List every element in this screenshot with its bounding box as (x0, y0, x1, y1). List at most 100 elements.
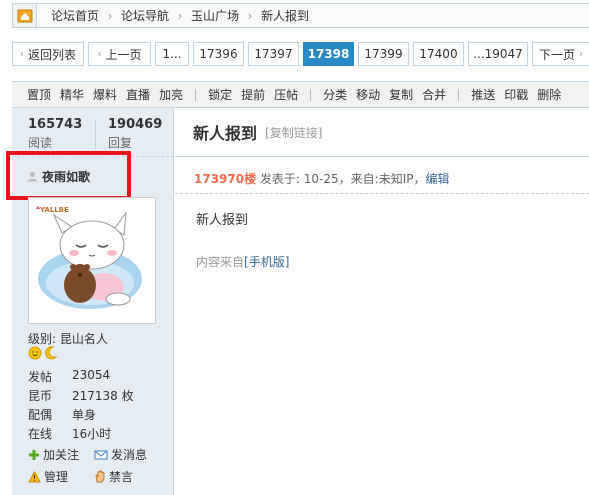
detail-spouse: 配偶 单身 (28, 406, 96, 423)
page-17400[interactable]: 17400 (413, 42, 464, 66)
views-count: 165743 (28, 117, 83, 132)
copy-link-button[interactable]: [复制链接] (265, 124, 322, 141)
detail-value: 217138 枚 (72, 389, 134, 403)
level-label: 级别: (28, 332, 57, 346)
breadcrumb-label[interactable]: 论坛首页 (45, 7, 105, 24)
detail-posts: 发帖 23054 (28, 368, 110, 385)
page-current[interactable]: 17398 (303, 42, 354, 66)
breadcrumb: 论坛首页 › 论坛导航 › 玉山广场 › 新人报到 (12, 3, 589, 28)
detail-value: 单身 (72, 408, 97, 422)
post-source: 内容来自[手机版] (196, 253, 289, 270)
toolbar-divider (195, 88, 197, 101)
level-value: 昆山名人 (59, 332, 108, 346)
stats-divider (95, 119, 96, 149)
moon-badge-icon (45, 346, 58, 360)
breadcrumb-separator: › (177, 8, 183, 23)
prev-page-label: 上一页 (105, 47, 142, 62)
ban-label: 禁言 (109, 470, 134, 484)
mod-classify[interactable]: 分类 (323, 86, 347, 103)
detail-key: 发帖 (28, 370, 53, 384)
toolbar-divider (310, 88, 312, 101)
user-actions-row-1: 加关注 发消息 (28, 446, 147, 463)
mod-expose[interactable]: 爆料 (93, 86, 117, 103)
mod-sink[interactable]: 压帖 (274, 86, 298, 103)
detail-value: 23054 (72, 368, 111, 382)
replies-count: 190469 (108, 117, 163, 132)
breadcrumb-item-home[interactable]: 论坛首页 (37, 7, 105, 24)
avatar[interactable]: YALLBE (28, 197, 156, 324)
mobile-version-link[interactable]: [手机版] (244, 255, 289, 269)
back-to-list-button[interactable]: ‹ 返回列表 (12, 42, 84, 66)
breadcrumb-separator: › (247, 8, 253, 23)
edit-link[interactable]: 编辑 (425, 172, 449, 186)
mod-digest[interactable]: 精华 (60, 86, 84, 103)
send-message-button[interactable]: 发消息 (94, 446, 147, 463)
replies-label: 回复 (108, 136, 133, 150)
breadcrumb-item-forum[interactable]: 玉山广场 (185, 7, 245, 24)
views-stat: 165743 阅读 (28, 117, 82, 151)
thread-stats: 165743 阅读 190469 回复 (12, 108, 174, 157)
breadcrumb-item-nav[interactable]: 论坛导航 (115, 7, 175, 24)
floor-number[interactable]: 173970楼 (194, 172, 256, 186)
post-divider (175, 193, 589, 194)
post-meta-text: 发表于: 10-25，来自:未知IP， (256, 172, 426, 186)
replies-stat: 190469 回复 (108, 117, 162, 151)
breadcrumb-item-board[interactable]: 新人报到 (255, 7, 315, 24)
highlight-annotation-box (6, 151, 131, 200)
mod-stick[interactable]: 置顶 (27, 86, 51, 103)
breadcrumb-label[interactable]: 玉山广场 (185, 7, 245, 24)
toolbar-divider (458, 88, 460, 101)
hand-icon (95, 470, 105, 483)
mod-move[interactable]: 移动 (356, 86, 380, 103)
level-badges (28, 346, 58, 360)
chevron-left-icon: ‹ (97, 48, 102, 60)
page-17399[interactable]: 17399 (358, 42, 409, 66)
mod-copy[interactable]: 复制 (389, 86, 413, 103)
mod-highlight[interactable]: 加亮 (159, 86, 183, 103)
chevron-right-icon: › (579, 48, 583, 60)
detail-key: 昆币 (28, 389, 53, 403)
mod-live[interactable]: 直播 (126, 86, 150, 103)
detail-value: 16小时 (72, 427, 112, 441)
mod-lock[interactable]: 锁定 (208, 86, 232, 103)
page-17396[interactable]: 17396 (193, 42, 244, 66)
next-page-label: 下一页 (538, 47, 575, 62)
views-label: 阅读 (28, 136, 53, 150)
post-meta: 173970楼 发表于: 10-25，来自:未知IP，编辑 (194, 170, 450, 187)
breadcrumb-separator: › (107, 8, 113, 23)
home-icon (17, 9, 32, 22)
mod-bump[interactable]: 提前 (241, 86, 265, 103)
plus-icon (29, 449, 39, 460)
ban-button[interactable]: 禁言 (94, 468, 133, 485)
breadcrumb-label[interactable]: 论坛导航 (115, 7, 175, 24)
page-17397[interactable]: 17397 (248, 42, 299, 66)
back-to-list-label: 返回列表 (27, 47, 76, 62)
detail-online: 在线 16小时 (28, 425, 111, 442)
prev-page-button[interactable]: ‹ 上一页 (88, 42, 151, 66)
manage-label: 管理 (44, 470, 69, 484)
next-page-button[interactable]: 下一页 › (532, 42, 589, 66)
warning-icon (28, 470, 41, 482)
pagination: ‹ 返回列表 ‹ 上一页 1... 17396 17397 17398 1739… (12, 42, 589, 66)
home-button[interactable] (13, 4, 37, 27)
avatar-brand-text: YALLBE (39, 206, 69, 214)
page-first[interactable]: 1... (155, 42, 189, 66)
follow-label: 加关注 (43, 448, 80, 462)
detail-coins: 昆币 217138 枚 (28, 387, 134, 404)
mod-delete[interactable]: 删除 (537, 86, 561, 103)
detail-key: 配偶 (28, 408, 53, 422)
mod-merge[interactable]: 合并 (422, 86, 446, 103)
follow-button[interactable]: 加关注 (28, 446, 94, 463)
source-prefix: 内容来自 (196, 255, 245, 269)
post-body: 新人报到 (196, 213, 249, 228)
moderator-toolbar: 置顶 精华 爆料 直播 加亮 锁定 提前 压帖 分类 移动 复制 合并 推送 印… (12, 81, 589, 108)
breadcrumb-label[interactable]: 新人报到 (255, 7, 315, 24)
user-sidebar: 165743 阅读 190469 回复 夜雨如歌 YALLBE 级别: 昆山名人… (6, 108, 174, 495)
cat-avatar-image: YALLBE (32, 201, 152, 320)
detail-key: 在线 (28, 427, 53, 441)
manage-button[interactable]: 管理 (28, 468, 94, 485)
mod-push[interactable]: 推送 (471, 86, 495, 103)
user-actions-row-2: 管理 禁言 (28, 468, 133, 485)
page-last[interactable]: ...19047 (468, 42, 528, 66)
mod-stamp[interactable]: 印戳 (504, 86, 528, 103)
